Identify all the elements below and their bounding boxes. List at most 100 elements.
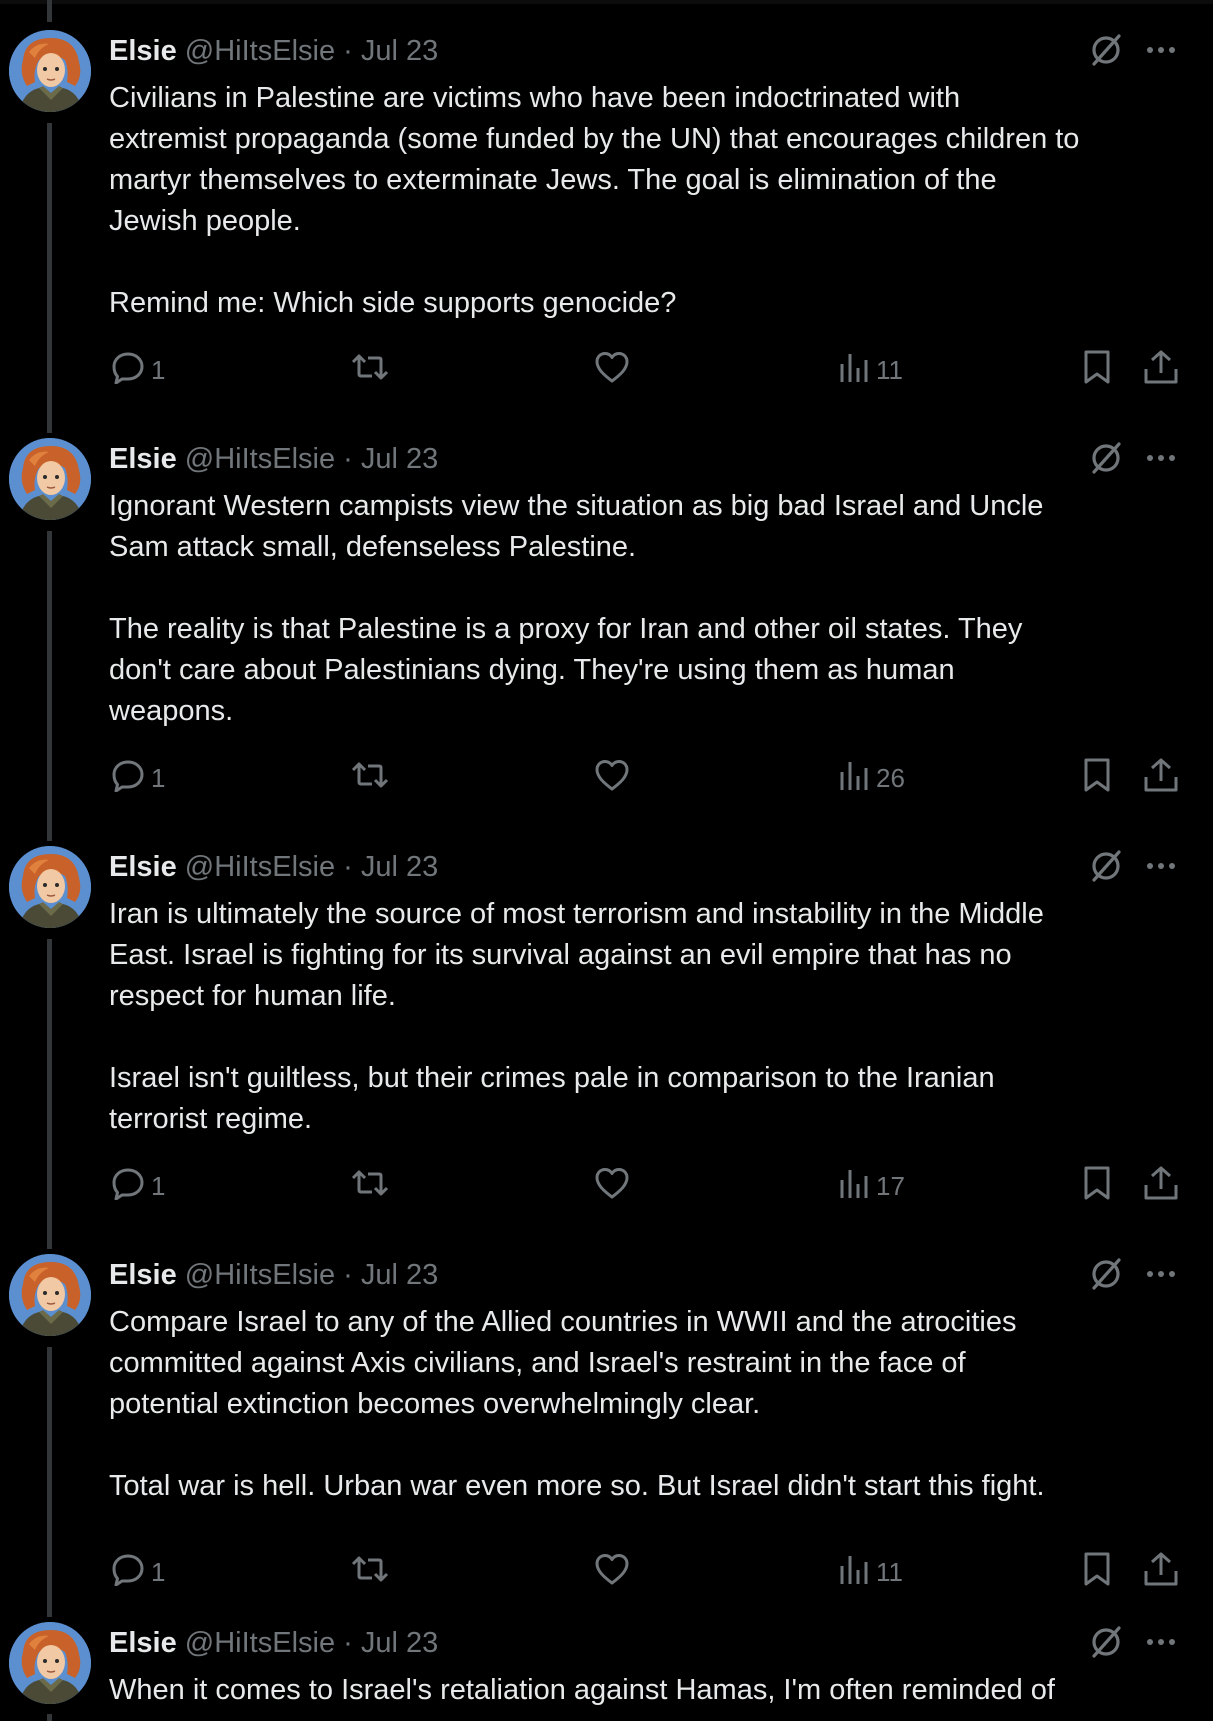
post-date[interactable]: Jul 23 [361, 35, 438, 67]
display-name[interactable]: Elsie [109, 1627, 177, 1659]
retweet-icon [350, 350, 390, 391]
reply-icon [111, 350, 145, 391]
grok-icon[interactable] [1088, 32, 1124, 68]
tweet[interactable]: Elsie @HiItsElsie · Jul 23 Compare Israe… [0, 1224, 1213, 1622]
share-icon [1142, 757, 1180, 800]
share-button[interactable] [1142, 1552, 1180, 1592]
tweet-text: Civilians in Palestine are victims who h… [109, 82, 1080, 319]
share-button[interactable] [1142, 758, 1180, 798]
user-handle[interactable]: @HiItsElsie [185, 1627, 335, 1659]
user-handle[interactable]: @HiItsElsie [185, 851, 335, 883]
share-button[interactable] [1142, 350, 1180, 390]
grok-icon[interactable] [1088, 1624, 1124, 1660]
views-icon [838, 1552, 870, 1593]
avatar[interactable] [9, 846, 91, 928]
views-icon [838, 350, 870, 391]
bookmark-button[interactable] [1080, 758, 1114, 798]
tweet[interactable]: Elsie @HiItsElsie · Jul 23 Iran is ultim… [0, 816, 1213, 1224]
tweet[interactable]: Elsie @HiItsElsie · Jul 23 Civilians in … [0, 0, 1213, 408]
reply-button[interactable]: 1 [111, 1166, 165, 1206]
more-icon[interactable] [1142, 1256, 1180, 1292]
views-button[interactable]: 26 [838, 758, 905, 798]
more-icon[interactable] [1142, 848, 1180, 884]
post-date[interactable]: Jul 23 [361, 851, 438, 883]
views-count: 11 [876, 354, 903, 385]
separator-dot: · [343, 1627, 353, 1659]
tweet-text: Ignorant Western campists view the situa… [109, 490, 1044, 727]
post-date[interactable]: Jul 23 [361, 1259, 438, 1291]
share-button[interactable] [1142, 1166, 1180, 1206]
tweet-header: Elsie @HiItsElsie · Jul 23 [109, 1623, 438, 1663]
reply-button[interactable]: 1 [111, 350, 165, 390]
share-icon [1142, 1165, 1180, 1208]
display-name[interactable]: Elsie [109, 1259, 177, 1291]
like-button[interactable] [594, 350, 630, 390]
bookmark-icon [1080, 1551, 1114, 1594]
retweet-icon [350, 1166, 390, 1207]
tweet-text: Iran is ultimately the source of most te… [109, 898, 1044, 1135]
tweet-text: When it comes to Israel's retaliation ag… [109, 1674, 1055, 1706]
post-date[interactable]: Jul 23 [361, 1627, 438, 1659]
views-button[interactable]: 17 [838, 1166, 905, 1206]
post-date[interactable]: Jul 23 [361, 443, 438, 475]
share-icon [1142, 349, 1180, 392]
retweet-button[interactable] [350, 758, 390, 798]
separator-dot: · [343, 443, 353, 475]
retweet-icon [350, 758, 390, 799]
reply-count: 1 [151, 1170, 166, 1201]
avatar[interactable] [9, 1622, 91, 1704]
retweet-button[interactable] [350, 350, 390, 390]
views-count: 11 [876, 1556, 903, 1587]
like-button[interactable] [594, 1166, 630, 1206]
reply-button[interactable]: 1 [111, 758, 165, 798]
tweet-header: Elsie @HiItsElsie · Jul 23 [109, 439, 438, 479]
bookmark-icon [1080, 349, 1114, 392]
more-icon[interactable] [1142, 1624, 1180, 1660]
bookmark-icon [1080, 757, 1114, 800]
user-handle[interactable]: @HiItsElsie [185, 443, 335, 475]
like-button[interactable] [594, 1552, 630, 1592]
bookmark-button[interactable] [1080, 1552, 1114, 1592]
reply-button[interactable]: 1 [111, 1552, 165, 1592]
like-button[interactable] [594, 758, 630, 798]
reply-icon [111, 758, 145, 799]
bookmark-button[interactable] [1080, 1166, 1114, 1206]
views-icon [838, 1166, 870, 1207]
views-count: 17 [876, 1170, 905, 1201]
avatar[interactable] [9, 1254, 91, 1336]
display-name[interactable]: Elsie [109, 851, 177, 883]
user-handle[interactable]: @HiItsElsie [185, 35, 335, 67]
bookmark-button[interactable] [1080, 350, 1114, 390]
separator-dot: · [343, 851, 353, 883]
retweet-button[interactable] [350, 1166, 390, 1206]
avatar[interactable] [9, 30, 91, 112]
like-icon [594, 758, 630, 799]
separator-dot: · [343, 1259, 353, 1291]
like-icon [594, 1166, 630, 1207]
retweet-icon [350, 1552, 390, 1593]
share-icon [1142, 1551, 1180, 1594]
grok-icon[interactable] [1088, 848, 1124, 884]
avatar[interactable] [9, 438, 91, 520]
display-name[interactable]: Elsie [109, 35, 177, 67]
grok-icon[interactable] [1088, 1256, 1124, 1292]
more-icon[interactable] [1142, 32, 1180, 68]
views-button[interactable]: 11 [838, 1552, 903, 1592]
reply-icon [111, 1166, 145, 1207]
user-handle[interactable]: @HiItsElsie [185, 1259, 335, 1291]
tweet[interactable]: Elsie @HiItsElsie · Jul 23 When it comes… [0, 1592, 1213, 1721]
views-icon [838, 758, 870, 799]
tweet[interactable]: Elsie @HiItsElsie · Jul 23 Ignorant West… [0, 408, 1213, 816]
bookmark-icon [1080, 1165, 1114, 1208]
grok-icon[interactable] [1088, 440, 1124, 476]
tweet-header: Elsie @HiItsElsie · Jul 23 [109, 847, 438, 887]
views-count: 26 [876, 762, 905, 793]
reply-count: 1 [151, 1556, 166, 1587]
like-icon [594, 350, 630, 391]
more-icon[interactable] [1142, 440, 1180, 476]
display-name[interactable]: Elsie [109, 443, 177, 475]
views-button[interactable]: 11 [838, 350, 903, 390]
reply-count: 1 [151, 762, 166, 793]
like-icon [594, 1552, 630, 1593]
retweet-button[interactable] [350, 1552, 390, 1592]
